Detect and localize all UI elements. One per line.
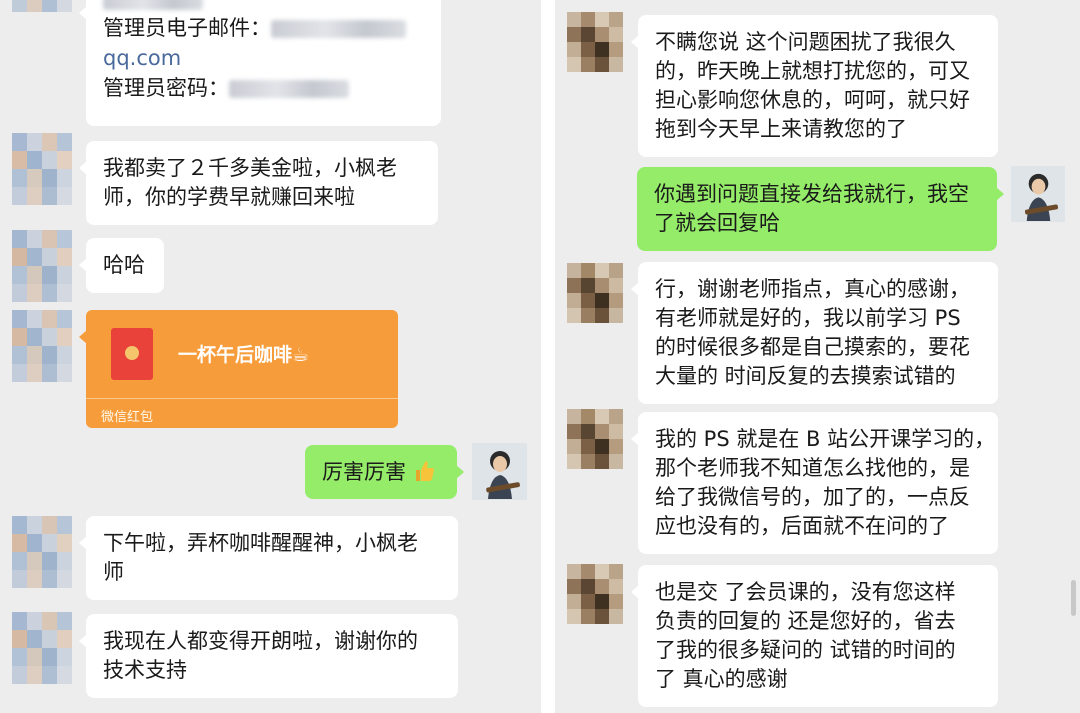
contact-avatar[interactable] [12,230,72,302]
contact-avatar[interactable] [12,516,72,588]
contact-avatar[interactable] [12,310,72,382]
message-line: 了我的很多疑问的 试错的时间的 [655,638,956,662]
message-line: 师，你的学费早就赚回来啦 [103,185,355,209]
message-line: 我现在人都变得开朗啦，谢谢你的 [103,629,418,653]
admin-email-domain[interactable]: qq.com [103,44,181,73]
scrollbar[interactable] [1071,580,1076,616]
message-line: 不瞒您说 这个问题困扰了我很久 [655,30,956,54]
message-line: 厉害厉害 [322,460,406,484]
contact-avatar[interactable] [567,263,623,323]
divider [86,398,398,399]
message-line: 技术支持 [103,658,187,682]
contact-avatar[interactable] [567,12,623,72]
message-sorry[interactable]: 不瞒您说 这个问题困扰了我很久 的，昨天晚上就想打扰您的，可又 担心影响您休息的… [631,15,998,157]
user-avatar[interactable] [472,443,527,500]
red-packet-footer: 微信红包 [101,410,154,425]
left-chat-panel: 管理员电子邮件： qq.com 管理员密码： 我都卖了２千多美金啦，小枫老 师，… [0,0,541,713]
message-admin-info[interactable]: 管理员电子邮件： qq.com 管理员密码： [79,0,441,126]
admin-password-label: 管理员密码： [103,76,229,100]
message-coffee[interactable]: 下午啦，弄杯咖啡醒醒神，小枫老 师 [79,516,458,600]
guitar-player-icon [1011,166,1065,222]
message-line: 大量的 时间反复的去摸索试错的 [655,364,956,388]
message-line: 给了我微信号的，加了的，一点反 [655,485,970,509]
message-cheerful[interactable]: 我现在人都变得开朗啦，谢谢你的 技术支持 [79,614,458,698]
message-line: 下午啦，弄杯咖啡醒醒神，小枫老 [103,531,418,555]
message-line: 我都卖了２千多美金啦，小枫老 [103,156,397,180]
blurred-text [103,0,203,10]
contact-avatar[interactable] [12,133,72,205]
message-line: 了 真心的感谢 [655,667,788,691]
red-packet-icon [111,328,153,380]
right-chat-panel: 不瞒您说 这个问题困扰了我很久 的，昨天晚上就想打扰您的，可又 担心影响您休息的… [555,0,1080,713]
message-line: 了就会回复哈 [654,211,780,235]
message-reply-praise[interactable]: 厉害厉害 [305,445,464,499]
message-member[interactable]: 也是交 了会员课的，没有您这样 负责的回复的 还是您好的，省去 了我的很多疑问的… [631,565,998,707]
message-reply-send[interactable]: 你遇到问题直接发给我就行，我空 了就会回复哈 [637,167,1004,251]
admin-email-label: 管理员电子邮件： [103,16,271,40]
message-line: 的时候很多都是自己摸索的，要花 [655,335,970,359]
red-packet-message[interactable]: 一杯午后咖啡☕ 微信红包 [79,310,398,428]
contact-avatar[interactable] [12,0,72,12]
message-line: 拖到今天早上来请教您的了 [655,117,907,141]
message-earned[interactable]: 我都卖了２千多美金啦，小枫老 师，你的学费早就赚回来啦 [79,141,438,225]
blurred-password [229,80,349,98]
message-line: 你遇到问题直接发给我就行，我空 [654,182,969,206]
message-line: 那个老师我不知道怎么找他的，是 [655,456,970,480]
guitar-player-icon [472,443,527,500]
message-line: 师 [103,560,124,584]
contact-avatar[interactable] [12,612,72,684]
message-thanks[interactable]: 行，谢谢老师指点，真心的感谢， 有老师就是好的，我以前学习 PS 的时候很多都是… [631,262,998,404]
message-line: 行，谢谢老师指点，真心的感谢， [655,277,970,301]
contact-avatar[interactable] [567,564,623,624]
contact-avatar[interactable] [567,409,623,469]
message-line: 的，昨天晚上就想打扰您的，可又 [655,59,970,83]
message-line: 担心影响您休息的，呵呵，就只好 [655,88,970,112]
thumbs-up-icon [413,459,435,483]
message-haha[interactable]: 哈哈 [79,238,164,293]
blurred-email [271,20,406,38]
message-line: 应也没有的，后面就不在问的了 [655,514,949,538]
red-packet-title: 一杯午后咖啡☕ [178,344,310,366]
message-line: 我的 PS 就是在 B 站公开课学习的， [655,427,996,451]
message-line: 有老师就是好的，我以前学习 PS [655,306,961,330]
message-line: 哈哈 [103,253,145,277]
message-bilibili[interactable]: 我的 PS 就是在 B 站公开课学习的， 那个老师我不知道怎么找他的，是 给了我… [631,412,998,554]
message-line: 也是交 了会员课的，没有您这样 [655,580,956,604]
message-line: 负责的回复的 还是您好的，省去 [655,609,956,633]
user-avatar[interactable] [1011,166,1065,222]
